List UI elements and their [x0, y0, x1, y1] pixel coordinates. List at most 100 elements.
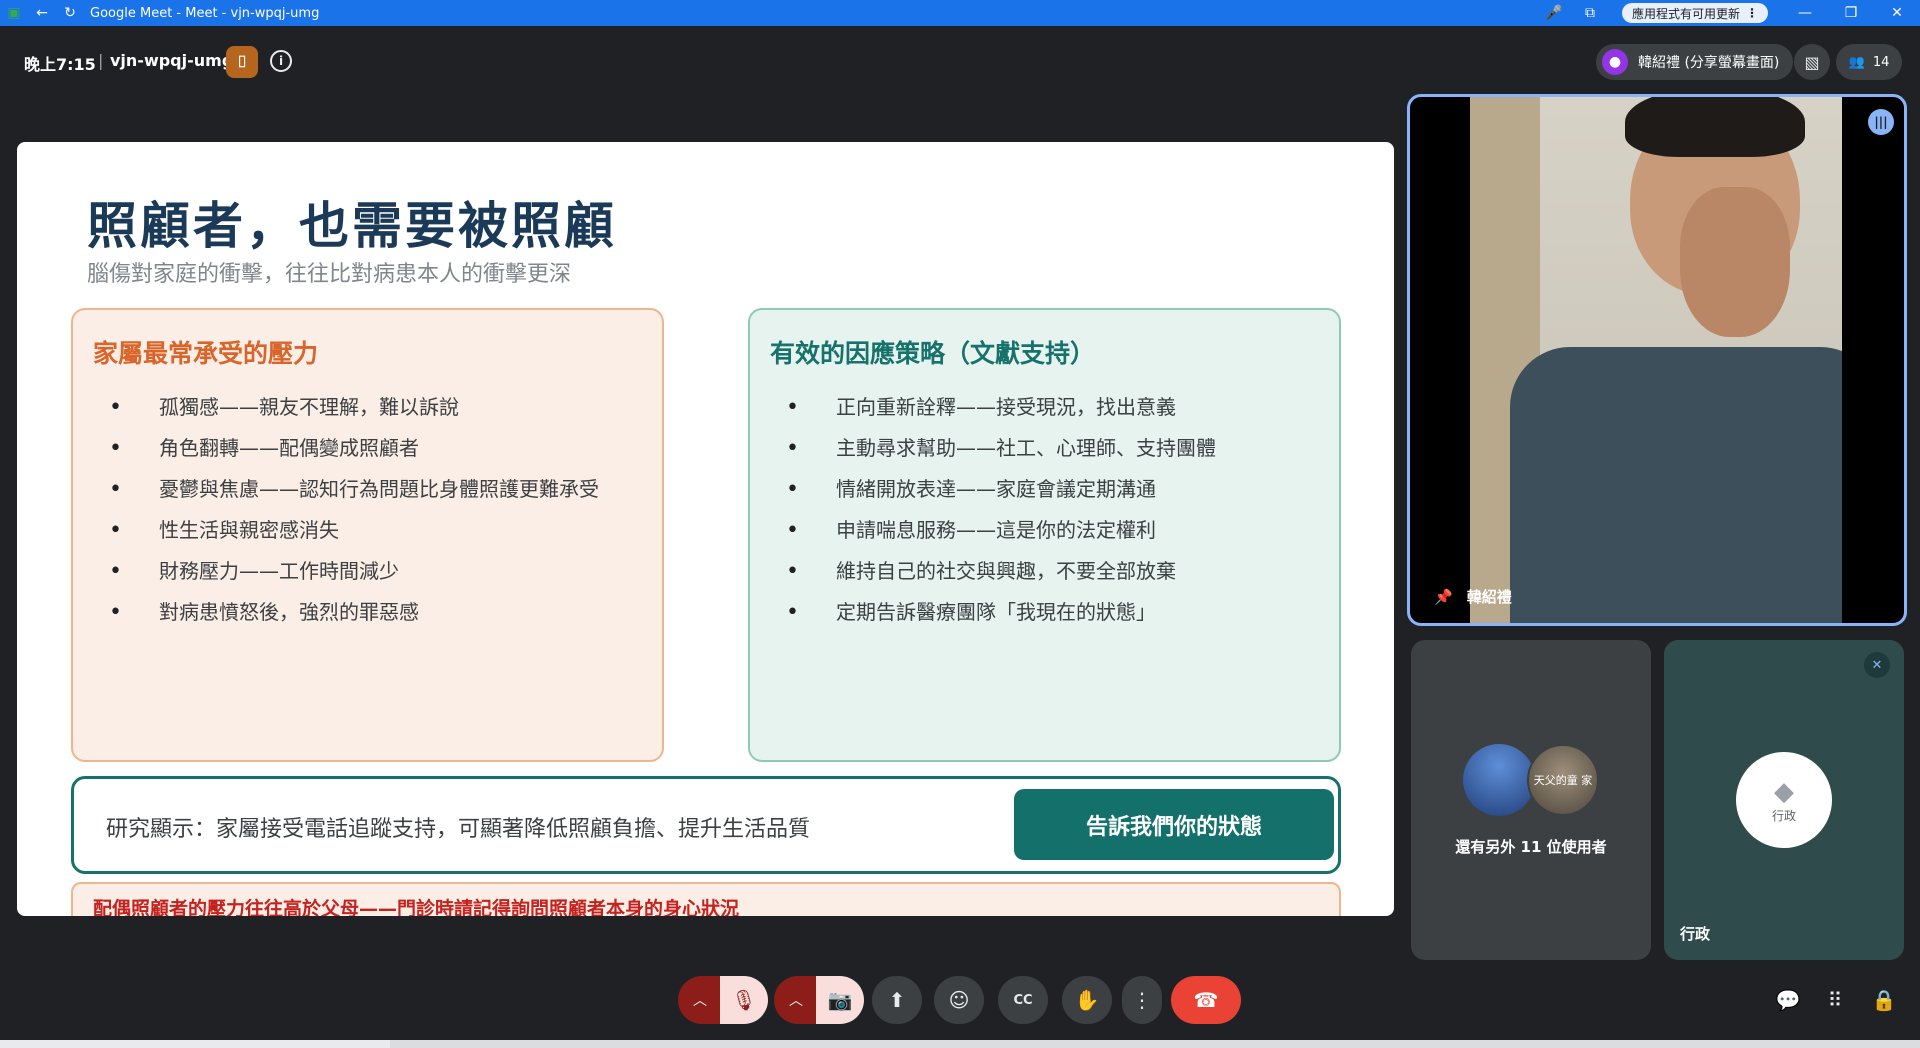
avatar-text: 天父的童 家: [1533, 774, 1593, 787]
mic-toggle-button[interactable]: 🎙: [720, 976, 768, 1024]
admin-avatar-icon: ◆: [1774, 776, 1794, 807]
video-options-button[interactable]: ︿: [774, 976, 818, 1024]
participant-count: 14: [1872, 54, 1890, 70]
people-icon: 👥: [1848, 54, 1865, 70]
meet-app-icon: ▣: [7, 5, 21, 21]
extension-icon[interactable]: ⧉: [1572, 0, 1608, 26]
presenter-label: 韓紹禮 (分享螢幕畫面): [1638, 55, 1780, 71]
raise-hand-button[interactable]: ✋: [1062, 976, 1112, 1024]
host-controls-icon[interactable]: ⌷: [226, 46, 258, 78]
hand-icon: ✋: [1074, 988, 1100, 1012]
list-item: 維持自己的社交與興趣，不要全部放棄: [780, 558, 1300, 585]
activities-button[interactable]: ⠿: [1815, 976, 1855, 1024]
speaker-shirt: [1510, 347, 1842, 623]
present-screen-icon: ⬆: [888, 988, 906, 1012]
reactions-button[interactable]: ☺: [934, 976, 984, 1024]
captions-icon: CC: [1013, 992, 1033, 1008]
chat-button[interactable]: 💬: [1768, 976, 1808, 1024]
taskbar-segment: [0, 1040, 390, 1048]
more-vert-icon: ⋮: [1132, 988, 1152, 1012]
update-pill[interactable]: 應用程式有可用更新 ⋮: [1621, 3, 1768, 23]
speaker-hair: [1625, 97, 1805, 157]
captions-button[interactable]: CC: [998, 976, 1048, 1024]
admin-avatar: ◆ 行政: [1736, 752, 1832, 848]
restore-button[interactable]: ❐: [1828, 0, 1874, 26]
participant-avatar: 天父的童 家: [1527, 744, 1599, 816]
mic-off-icon: 🎙: [731, 988, 757, 1012]
strategy-card: 有效的因應策略（文獻支持） 正向重新詮釋——接受現況，找出意義 主動尋求幫助——…: [748, 308, 1341, 762]
research-box: 研究顯示：家屬接受電話追蹤支持，可顯著降低照顧負擔、提升生活品質 告訴我們你的狀…: [71, 776, 1341, 874]
admin-avatar-text: 行政: [1771, 808, 1796, 823]
slide-subtitle: 腦傷對家庭的衝擊，往往比對病患本人的衝擊更深: [87, 262, 572, 287]
audio-options-button[interactable]: ︿: [678, 976, 722, 1024]
list-item: 孤獨感——親友不理解，難以訴說: [103, 394, 623, 421]
speaker-name: 韓紹禮: [1466, 588, 1512, 606]
leave-call-button[interactable]: ☎: [1171, 976, 1241, 1024]
camera-off-icon: 📷: [827, 988, 853, 1012]
list-item: 角色翻轉——配偶變成照顧者: [103, 435, 623, 462]
speaker-name-label: 📌 韓紹禮: [1434, 586, 1512, 607]
list-item: 情緒開放表達——家庭會議定期溝通: [780, 476, 1300, 503]
research-text: 研究顯示：家屬接受電話追蹤支持，可顯著降低照顧負擔、提升生活品質: [106, 817, 811, 842]
list-item: 主動尋求幫助——社工、心理師、支持團體: [780, 435, 1300, 462]
title-bar-right: 🎤 ⧉ 應用程式有可用更新 ⋮ — ❐ ✕: [1536, 0, 1920, 26]
list-item: 對病患憤怒後，強烈的罪惡感: [103, 599, 623, 626]
camera-feed: [1470, 97, 1842, 623]
status-cta-button: 告訴我們你的狀態: [1014, 789, 1334, 860]
title-bar: ▣ ← ↻ Google Meet - Meet - vjn-wpqj-umg …: [0, 0, 1920, 26]
chevron-up-icon: ︿: [693, 993, 707, 1009]
list-item: 正向重新詮釋——接受現況，找出意義: [780, 394, 1300, 421]
list-item: 定期告訴醫療團隊「我現在的狀態」: [780, 599, 1300, 626]
participant-avatar: [1463, 744, 1535, 816]
mic-status-icon[interactable]: 🎤: [1536, 0, 1572, 26]
list-item: 性生活與親密感消失: [103, 517, 623, 544]
list-item: 憂鬱與焦慮——認知行為問題比身體照護更難承受: [103, 476, 623, 503]
meeting-info-icon[interactable]: i: [270, 50, 292, 72]
people-button[interactable]: 👥 14: [1836, 44, 1902, 80]
present-button[interactable]: ⬆: [872, 976, 922, 1024]
minimize-button[interactable]: —: [1782, 0, 1828, 26]
shared-slide: 照顧者，也需要被照顧 腦傷對家庭的衝擊，往往比對病患本人的衝擊更深 家屬最常承受…: [17, 142, 1394, 916]
emoji-icon: ☺: [948, 988, 970, 1012]
stress-card-title: 家屬最常承受的壓力: [93, 339, 319, 368]
more-options-button[interactable]: ⋮: [1122, 976, 1162, 1024]
others-tile[interactable]: 天父的童 家 還有另外 11 位使用者: [1411, 640, 1651, 960]
speaker-video-tile[interactable]: ||| 📌 韓紹禮: [1407, 94, 1907, 626]
warning-box: 配偶照顧者的壓力往往高於父母——門診時請記得詢問照顧者本身的身心狀況: [71, 882, 1341, 916]
admin-name: 行政: [1680, 925, 1711, 943]
presenter-avatar: ●: [1602, 49, 1628, 75]
pin-icon[interactable]: 📌: [1434, 588, 1453, 606]
meeting-code: vjn-wpqj-umg: [110, 51, 234, 70]
slide-title: 照顧者，也需要被照顧: [87, 197, 617, 255]
reload-icon[interactable]: ↻: [56, 0, 84, 26]
update-label: 應用程式有可用更新: [1631, 6, 1740, 21]
chat-icon: 💬: [1775, 988, 1801, 1012]
header-separator: |: [98, 51, 104, 70]
camera-toggle-button[interactable]: 📷: [816, 976, 864, 1024]
hang-up-icon: ☎: [1193, 988, 1219, 1012]
warning-text: 配偶照顧者的壓力往往高於父母——門診時請記得詢問照顧者本身的身心狀況: [93, 898, 740, 916]
back-icon[interactable]: ←: [28, 0, 56, 26]
window-title: Google Meet - Meet - vjn-wpqj-umg: [90, 5, 320, 21]
kebab-icon: ⋮: [1746, 6, 1758, 20]
meeting-time: 晚上7:15: [24, 55, 96, 74]
taskbar-strip: [0, 1040, 1920, 1048]
stress-card: 家屬最常承受的壓力 孤獨感——親友不理解，難以訴說 角色翻轉——配偶變成照顧者 …: [71, 308, 664, 762]
muted-mic-icon: ✕: [1864, 652, 1890, 678]
lock-person-icon: 🔒: [1871, 988, 1897, 1012]
others-label: 還有另外 11 位使用者: [1455, 838, 1607, 856]
host-controls-button[interactable]: 🔒: [1864, 976, 1904, 1024]
close-button[interactable]: ✕: [1874, 0, 1920, 26]
speaking-indicator-icon: |||: [1868, 109, 1894, 135]
list-item: 財務壓力——工作時間減少: [103, 558, 623, 585]
apps-grid-icon: ⠿: [1827, 988, 1843, 1012]
strategy-list: 正向重新詮釋——接受現況，找出意義 主動尋求幫助——社工、心理師、支持團體 情緒…: [780, 394, 1300, 640]
chevron-up-icon: ︿: [789, 993, 803, 1009]
speaker-hand: [1680, 187, 1790, 337]
list-item: 申請喘息服務——這是你的法定權利: [780, 517, 1300, 544]
stop-share-view-icon[interactable]: ▧: [1794, 44, 1830, 80]
presenter-pill[interactable]: ● 韓紹禮 (分享螢幕畫面): [1596, 44, 1794, 80]
strategy-card-title: 有效的因應策略（文獻支持）: [770, 339, 1096, 368]
meeting-header: 晚上7:15 | vjn-wpqj-umg ⌷ i ● 韓紹禮 (分享螢幕畫面)…: [0, 26, 1920, 96]
admin-tile[interactable]: ✕ ◆ 行政 行政: [1664, 640, 1904, 960]
